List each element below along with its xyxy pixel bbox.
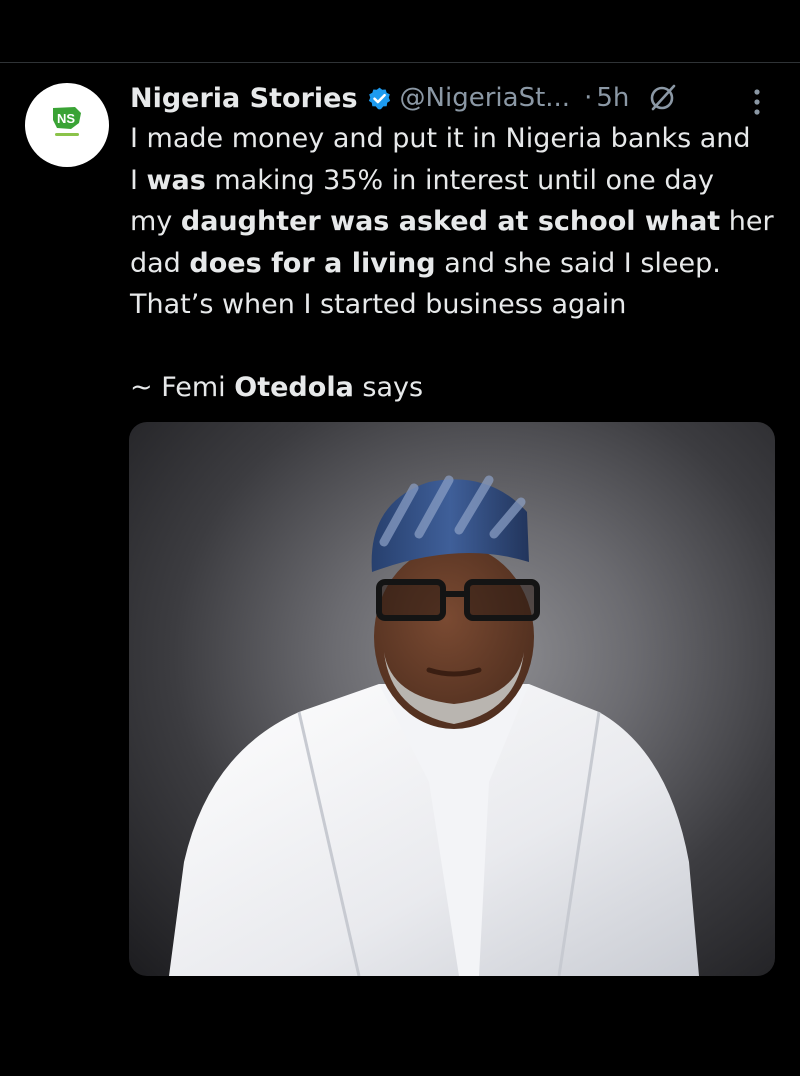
top-divider	[0, 62, 800, 63]
tweet-text: I made money and put it in Nigeria banks…	[130, 118, 780, 326]
verified-badge-icon	[368, 87, 390, 109]
svg-text:NS: NS	[57, 111, 75, 126]
tweet-text-line: I made money and put it in Nigeria banks…	[130, 123, 751, 154]
tweet-text-line: my daughter was asked at school what her	[130, 206, 774, 237]
tweet-image[interactable]	[129, 422, 775, 976]
tweet-header: Nigeria Stories @NigeriaSt... · 5h	[130, 80, 677, 116]
author-handle[interactable]: @NigeriaSt...	[400, 83, 571, 113]
author-name[interactable]: Nigeria Stories	[130, 83, 358, 114]
tweet-text-line: That’s when I started business again	[130, 289, 627, 320]
nigeria-stories-logo-icon: NS	[53, 107, 81, 129]
quote-attribution: ~ Femi Otedola says	[130, 372, 424, 403]
more-vertical-icon[interactable]	[752, 88, 762, 116]
separator-dot: ·	[584, 83, 593, 113]
portrait-illustration	[169, 475, 699, 976]
grok-icon[interactable]	[647, 83, 677, 113]
tweet-text-line: dad does for a living and she said I sle…	[130, 247, 721, 279]
avatar[interactable]: NS	[25, 83, 109, 167]
timestamp[interactable]: 5h	[596, 83, 629, 113]
tweet-text-line: I was making 35% in interest until one d…	[130, 164, 715, 196]
avatar-tagline-mark	[55, 133, 79, 136]
